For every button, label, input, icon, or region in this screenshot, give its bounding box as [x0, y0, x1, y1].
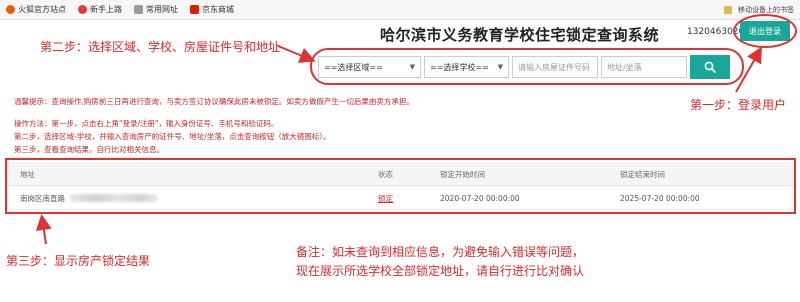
- arrow-step3: [35, 214, 52, 245]
- annotation-note-line2: 现在展示所选学校全部锁定地址，请自行进行比对确认: [296, 264, 585, 278]
- annotation-step3: 第三步：显示房产锁定结果: [6, 254, 151, 268]
- arrow-step2: [277, 45, 316, 63]
- arrow-step1: [735, 46, 762, 93]
- annotation-note-line1: 备注：如未查询到相应信息，为避免输入错误等问题，: [296, 245, 585, 259]
